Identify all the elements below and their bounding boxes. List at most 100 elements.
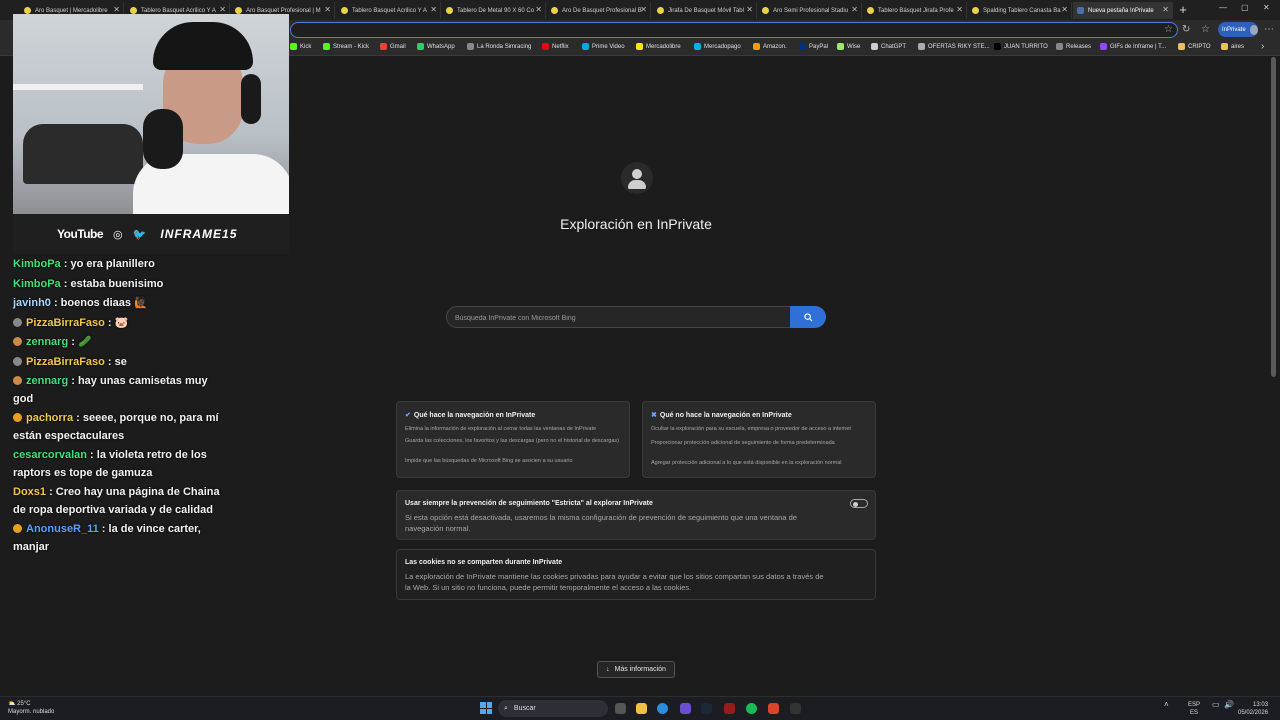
address-bar[interactable]: ☆ [290,22,1178,38]
app-icon[interactable] [724,703,735,714]
weather-desc: Mayorm. nublado [8,709,55,715]
network-icon[interactable]: ▭ [1212,701,1220,709]
favorite-label: La Ronda Simracing [477,43,532,50]
tab-close-icon[interactable]: ✕ [1162,5,1169,14]
edge-icon[interactable] [657,703,668,714]
favorite-item[interactable]: Kick [290,43,311,50]
tab[interactable]: Tablero Básquet Jirafa Profe ✕ [863,2,967,19]
favorite-item[interactable]: Wise [837,43,860,50]
favorite-folder[interactable]: CRIPTO [1178,43,1211,50]
app-icon[interactable] [790,703,801,714]
tab-close-icon[interactable]: ✕ [640,5,647,14]
favicon [323,43,330,50]
favicon [918,43,925,50]
weather-temp: 25°C [17,701,31,707]
refresh-icon[interactable]: ↻ [1182,24,1190,35]
favorite-item[interactable]: Amazon. [753,43,787,50]
does-card-title: ✔ Qué hace la navegación en InPrivate [405,411,535,419]
tab-close-icon[interactable]: ✕ [851,5,858,14]
close-icon[interactable]: ✕ [1263,3,1270,12]
tab-close-icon[interactable]: ✕ [219,5,226,14]
favicon [994,43,1001,50]
new-tab-icon[interactable]: + [1176,3,1190,17]
doesnt-title-text: Qué no hace la navegación en InPrivate [659,412,792,419]
chat-badge-icon [13,337,22,346]
tab-label: Nueva pestaña InPrivate [1088,7,1154,14]
chat-badge-icon [13,317,22,327]
taskbar-search[interactable]: ⌕ Buscar [498,700,608,717]
tab-close-icon[interactable]: ✕ [746,5,753,14]
chat-message: Doxs1 : Creo hay una página de Chaina de… [13,484,228,519]
discord-icon[interactable] [680,703,691,714]
inprivate-button[interactable]: InPrivate [1218,22,1258,37]
favorite-item[interactable]: WhatsApp [417,43,455,50]
favicon [837,43,844,50]
chat-username: PizzaBirraFaso [26,355,105,368]
inprivate-label: InPrivate [1222,26,1246,33]
file-explorer-icon[interactable] [636,703,647,714]
strict-tracking-toggle[interactable] [850,499,868,508]
favorite-item[interactable]: OFERTAS RIKY STE... [918,43,990,50]
weather-widget[interactable]: ⛅ 25°C Mayorm. nublado [8,700,54,716]
tab-close-icon[interactable]: ✕ [324,5,331,14]
menu-icon[interactable]: ⋯ [1264,24,1274,35]
favorite-item[interactable]: Prime Video [582,43,625,50]
favorite-item[interactable]: JUAN TURRITO [994,43,1048,50]
tab-close-icon[interactable]: ✕ [956,5,963,14]
favorite-item[interactable]: Mercadolibre [636,43,681,50]
favorite-item[interactable]: GIFs de Inframe | T... [1100,43,1166,50]
doesnt-card: ✖ Qué no hace la navegación en InPrivate … [642,401,876,478]
favorite-label: aires [1231,43,1245,50]
volume-icon[interactable]: 🔊 [1224,701,1234,709]
star-icon[interactable]: ☆ [1164,24,1173,35]
tab-close-icon[interactable]: ✕ [1061,5,1068,14]
favorite-item[interactable]: Releases [1056,43,1091,50]
tab[interactable]: Jirafa De Basquet Móvil Tabl ✕ [653,2,757,19]
tab-close-icon[interactable]: ✕ [113,5,120,14]
language-indicator[interactable]: ESP ES [1188,701,1200,717]
tab-label: Aro De Basquet Profesional B [562,7,642,14]
chat-username: PizzaBirraFaso [26,316,105,329]
favorites-icon[interactable]: ☆ [1201,24,1210,35]
chevron-right-icon[interactable]: › [1261,41,1264,52]
favorite-label: Mercadopago [704,43,741,50]
favorite-item[interactable]: Netflix [542,43,569,50]
tab[interactable]: Tablero Basquet Acrilico Y A ✕ [337,2,441,19]
webcam-drums [23,124,143,184]
favorite-item[interactable]: Mercadopago [694,43,741,50]
spotify-icon[interactable] [746,703,757,714]
tab-close-icon[interactable]: ✕ [535,5,542,14]
tab-close-icon[interactable]: ✕ [430,5,437,14]
channel-handle: INFRAME15 [160,227,238,241]
chat-badge-icon [13,356,22,366]
clock[interactable]: 13:03 05/02/2026 [1238,701,1268,717]
favorite-item[interactable]: Gmail [380,43,406,50]
favorite-item[interactable]: ChatGPT [871,43,906,50]
app-icon[interactable] [768,703,779,714]
task-view-icon[interactable] [615,703,626,714]
favorite-item[interactable]: PayPal [799,43,828,50]
tab[interactable]: Tablero De Metal 90 X 60 Co ✕ [442,2,546,19]
scrollbar[interactable] [1271,57,1276,377]
chevron-up-icon[interactable]: ˄ [1164,701,1169,709]
favicon [1056,43,1063,50]
favorite-folder[interactable]: aires [1221,43,1244,50]
restore-icon[interactable]: ▢ [1241,3,1249,12]
tab[interactable]: Aro De Basquet Profesional B ✕ [547,2,651,19]
favicon [871,43,878,50]
instagram-icon: ◎ [113,228,123,241]
tab[interactable]: Spalding Tablero Canasta Ba ✕ [968,2,1072,19]
steam-icon[interactable] [701,703,712,714]
search-input[interactable] [455,311,775,325]
tab-active[interactable]: Nueva pestaña InPrivate ✕ [1073,2,1173,19]
tab-label: Tablero Basquet Acrilico Y A [352,7,427,14]
favorite-item[interactable]: La Ronda Simracing [467,43,531,50]
tab[interactable]: Aro Semi Profesional Stadiu ✕ [758,2,862,19]
minimize-icon[interactable]: — [1219,3,1227,12]
favorite-item[interactable]: Stream - Kick [323,43,369,50]
windows-start-icon[interactable] [480,702,492,714]
chat-badge-icon [13,524,22,533]
more-info-button[interactable]: ↓ Más información [597,661,675,678]
strict-tracking-title: Usar siempre la prevención de seguimient… [405,500,653,507]
search-button[interactable] [790,306,826,328]
